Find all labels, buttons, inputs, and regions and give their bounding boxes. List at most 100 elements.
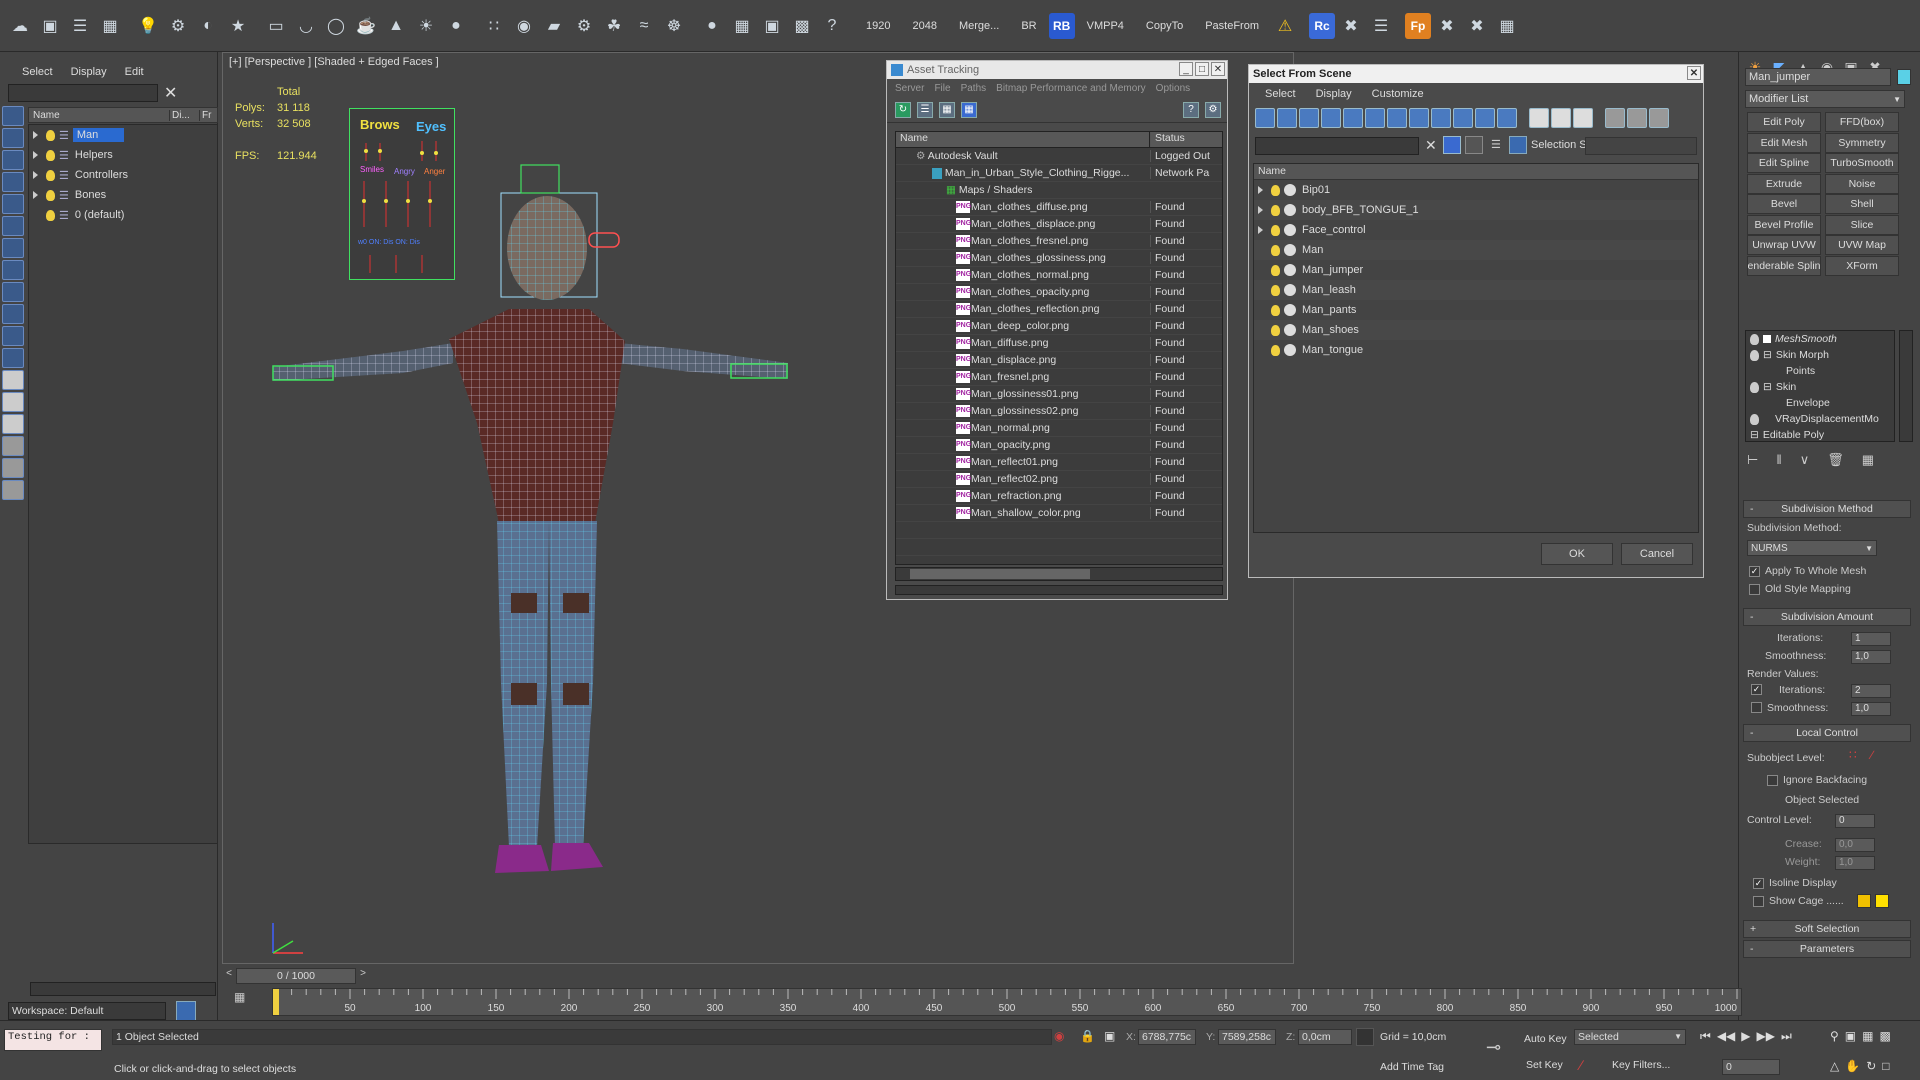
grass-icon[interactable]: ☘ [600,12,628,40]
y-coordinate-field[interactable]: 7589,258c [1218,1029,1276,1045]
edge-level-icon[interactable]: ∕ [1871,748,1873,762]
track-bar[interactable]: 50 100 150 200 250 300 350 400 450 500 550 600 650 70… [272,988,1742,1016]
particles-icon[interactable]: ∷ [480,12,508,40]
display-containers-icon[interactable] [1453,108,1473,128]
modifier-toggle-icon[interactable] [1763,335,1771,343]
display-geometry-icon[interactable] [2,150,24,170]
previous-frame-icon[interactable]: < [222,968,236,984]
expand-icon[interactable]: ⊟ [1763,349,1772,361]
tree-item-helpers[interactable]: ☰ Helpers [29,145,217,165]
maximize-viewport-icon[interactable]: □ [1882,1059,1889,1073]
auto-key-button[interactable]: Auto Key [1524,1033,1567,1045]
zoom-all-icon[interactable]: ▣ [1845,1029,1856,1043]
cancel-button[interactable]: Cancel [1621,543,1693,565]
modifier-button[interactable]: TurboSmooth [1825,153,1899,173]
menu-bitmap-performance[interactable]: Bitmap Performance and Memory [996,83,1146,94]
z-coordinate-field[interactable]: 0,0cm [1298,1029,1352,1045]
viewport-label[interactable]: [+] [Perspective ] [Shaded + Edged Faces… [229,56,439,68]
make-unique-icon[interactable]: ∨ [1800,452,1810,468]
go-to-end-icon[interactable]: ⏭ [1781,1029,1792,1044]
stack-item-editable-poly[interactable]: ⊟ Editable Poly [1746,427,1894,443]
display-bones-icon[interactable] [2,326,24,346]
render-smoothness-checkbox[interactable] [1751,702,1762,713]
menu-paths[interactable]: Paths [961,83,987,94]
table-view-icon[interactable]: ▦ [961,101,977,118]
help-icon[interactable]: ? [818,12,846,40]
render-frame-icon[interactable]: ▣ [758,12,786,40]
display-lights-icon[interactable] [1299,108,1319,128]
next-key-icon[interactable]: ▶▶ [1757,1029,1775,1044]
add-time-tag[interactable]: Add Time Tag [1380,1061,1444,1073]
zoom-icon[interactable]: ⚲ [1830,1029,1839,1043]
wrench-icon[interactable]: ✖ [1433,12,1461,40]
render-smoothness-spinner[interactable]: 1,0 [1851,702,1891,716]
orbit-icon[interactable]: ↻ [1866,1059,1876,1073]
fp-button[interactable]: Fp [1405,12,1431,39]
display-frozen-icon[interactable] [1475,108,1495,128]
stack-item-skin[interactable]: ⊟ Skin [1746,379,1894,395]
light-bulb-icon[interactable] [1271,344,1280,356]
grid-list-icon[interactable]: ▦ [1493,12,1521,40]
zoom-extents-icon[interactable]: ▦ [1862,1029,1873,1043]
rollout-soft-selection[interactable]: + Soft Selection [1743,920,1911,938]
light-bulb-icon[interactable] [1271,224,1280,236]
set-key-button[interactable]: Set Key [1526,1059,1563,1071]
select-invert-icon[interactable] [1573,108,1593,128]
display-hidden-icon[interactable] [1497,108,1517,128]
pin-stack-icon[interactable]: ⊢ [1747,452,1758,468]
rollout-subdivision-amount[interactable]: - Subdivision Amount [1743,608,1911,626]
omni-light-icon[interactable]: ● [442,12,470,40]
isoline-display-checkbox[interactable]: ✓ [1753,878,1764,889]
menu-select[interactable]: Select [1265,88,1296,100]
sun-icon[interactable]: ☀ [412,12,440,40]
minimize-button[interactable]: _ [1179,62,1193,76]
clear-search-icon[interactable]: ✕ [164,83,177,103]
modifier-button[interactable]: XForm [1825,255,1899,276]
camera-icon[interactable]: ▰ [540,12,568,40]
scene-explorer-icon[interactable]: ☰ [66,12,94,40]
cage-selected-color-swatch[interactable] [1875,894,1889,908]
curve-editor-icon[interactable]: ▦ [234,990,250,1006]
pan-icon[interactable]: ✋ [1845,1059,1860,1073]
display-none-icon[interactable] [2,106,24,126]
x-coordinate-field[interactable]: 6788,775c [1138,1029,1196,1045]
display-groups-icon[interactable] [1387,108,1407,128]
display-groups-icon[interactable] [2,282,24,302]
render-iterations-checkbox[interactable]: ✓ [1751,684,1762,695]
maximize-button[interactable]: □ [1195,62,1209,76]
modifier-button[interactable]: Shell [1825,194,1899,214]
teapot-icon[interactable]: ☕ [352,12,380,40]
menu-display[interactable]: Display [71,66,107,78]
menu-customize[interactable]: Customize [1372,88,1424,100]
modifier-list-dropdown[interactable]: Modifier List ▼ [1745,90,1905,108]
expand-icon[interactable] [33,131,38,139]
scene-explorer-scrollbar[interactable] [30,982,216,996]
stack-scrollbar[interactable] [1899,330,1913,442]
tree-item-default-layer[interactable]: ☰ 0 (default) [29,205,217,225]
stack-item-meshsmooth[interactable]: MeshSmooth [1746,331,1894,347]
ok-button[interactable]: OK [1541,543,1613,565]
refresh-icon[interactable]: ↻ [895,101,911,118]
subdivision-method-dropdown[interactable]: NURMS ▼ [1747,540,1877,556]
filter-selected-icon[interactable] [2,458,24,478]
stack-item-skin-morph[interactable]: ⊟ Skin Morph [1746,347,1894,363]
find-case-icon[interactable] [1443,136,1461,154]
light-bulb-icon[interactable] [1271,204,1280,216]
asset-row-map[interactable]: PNGMan_clothes_normal.png Found [896,267,1222,284]
rollout-local-control[interactable]: - Local Control [1743,724,1911,742]
current-frame-marker[interactable] [273,989,279,1015]
display-hidden-icon[interactable] [2,392,24,412]
display-bones-icon[interactable] [1431,108,1451,128]
maxscript-mini-listener[interactable]: Testing for : [4,1029,102,1051]
light-bulb-icon[interactable] [46,209,55,221]
selection-set-dropdown[interactable] [1585,137,1697,155]
asset-tracking-titlebar[interactable]: Asset Tracking _ □ ✕ [887,61,1227,79]
workspace-dropdown[interactable]: Workspace: Default [8,1002,166,1020]
menu-options[interactable]: Options [1156,83,1190,94]
menu-select[interactable]: Select [22,66,53,78]
object-row[interactable]: Face_control [1254,220,1698,240]
rc-button[interactable]: Rc [1309,12,1335,39]
object-row[interactable]: Man [1254,240,1698,260]
merge-button[interactable]: Merge... [949,12,1009,40]
light-bulb-icon[interactable] [1750,349,1759,361]
